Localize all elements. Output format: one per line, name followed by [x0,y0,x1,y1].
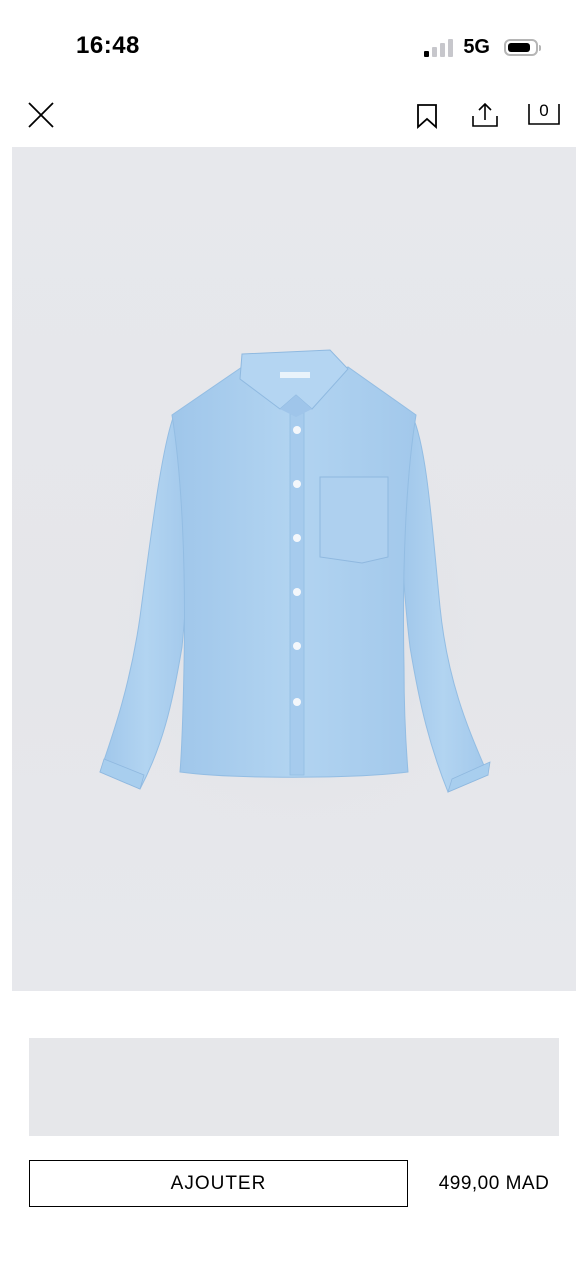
bookmark-icon [417,104,437,130]
product-info-placeholder [29,1038,559,1136]
share-icon [472,102,498,127]
shirt-illustration [87,349,507,847]
product-price: 499,00 MAD [438,1172,550,1194]
cart-count: 0 [539,101,549,120]
bookmark-button[interactable] [414,102,440,130]
close-icon [28,102,54,128]
add-to-cart-button[interactable]: AJOUTER [29,1160,408,1207]
top-action-bar: 0 [0,90,588,146]
product-page: 16:48 5G 0 AJOUTER 499,00 MAD [0,0,588,1280]
close-button[interactable] [26,100,56,130]
share-button[interactable] [470,100,500,130]
product-image[interactable] [12,147,576,991]
signal-icon [424,38,454,57]
cart-button[interactable]: 0 [527,98,561,128]
status-time: 16:48 [76,32,140,59]
status-bar: 16:48 5G [0,0,588,90]
network-label: 5G [463,36,490,58]
status-indicators: 5G [424,36,541,59]
battery-icon [504,39,541,56]
